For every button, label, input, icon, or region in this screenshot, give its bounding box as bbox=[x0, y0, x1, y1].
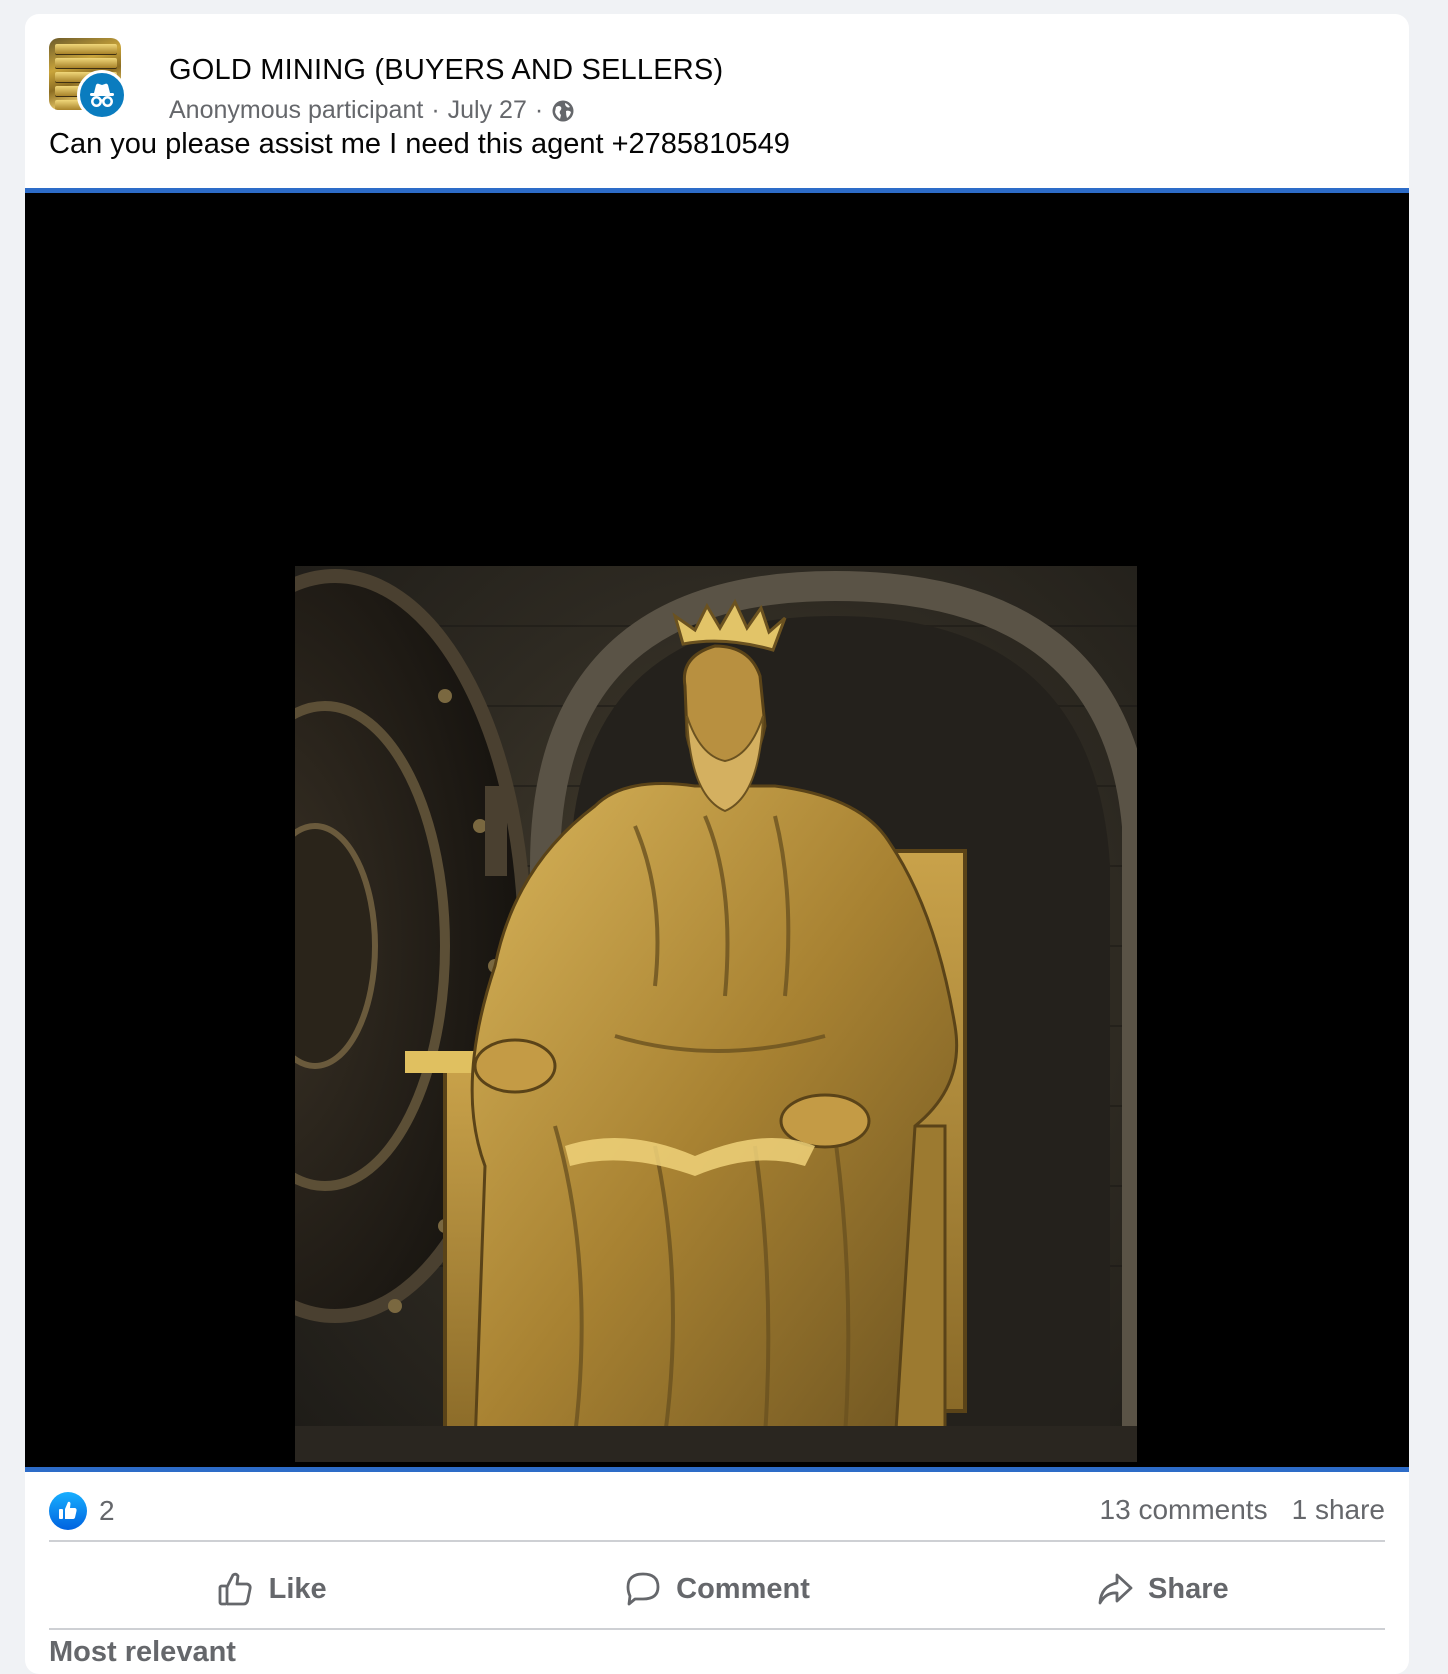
engagement-counts: 13 comments 1 share bbox=[1100, 1494, 1385, 1526]
meta-separator: · bbox=[431, 96, 440, 124]
post-actions: Like Comment Share bbox=[49, 1550, 1385, 1628]
reaction-count: 2 bbox=[99, 1495, 115, 1526]
golden-king-statue-image[interactable] bbox=[295, 566, 1137, 1462]
like-reaction-icon bbox=[49, 1492, 87, 1530]
post-stats: 2 13 comments 1 share bbox=[49, 1480, 1385, 1540]
post-meta: Anonymous participant · July 27 · bbox=[169, 96, 575, 125]
like-label: Like bbox=[268, 1572, 327, 1605]
actions-divider bbox=[49, 1628, 1385, 1630]
post-media[interactable] bbox=[25, 188, 1409, 1472]
share-icon bbox=[1096, 1570, 1134, 1608]
globe-icon[interactable] bbox=[551, 99, 575, 123]
post-card: GOLD MINING (BUYERS AND SELLERS) Anonymo… bbox=[25, 14, 1409, 1674]
author-name[interactable]: Anonymous participant bbox=[169, 96, 423, 125]
post-text: Can you please assist me I need this age… bbox=[49, 128, 790, 160]
anonymous-icon bbox=[77, 70, 127, 120]
post-date[interactable]: July 27 bbox=[448, 96, 527, 125]
reaction-summary[interactable]: 2 bbox=[49, 1492, 115, 1530]
comment-sort-dropdown[interactable]: Most relevant bbox=[49, 1636, 236, 1669]
meta-separator: · bbox=[534, 96, 544, 124]
share-button[interactable]: Share bbox=[940, 1550, 1385, 1628]
post-header: GOLD MINING (BUYERS AND SELLERS) Anonymo… bbox=[49, 38, 1349, 124]
share-label: Share bbox=[1148, 1572, 1229, 1605]
comment-label: Comment bbox=[676, 1572, 810, 1605]
like-button[interactable]: Like bbox=[49, 1550, 494, 1628]
comments-count[interactable]: 13 comments bbox=[1100, 1494, 1268, 1526]
thumbs-up-icon bbox=[217, 1570, 255, 1608]
comment-icon bbox=[624, 1570, 662, 1608]
stats-divider bbox=[49, 1540, 1385, 1542]
comment-button[interactable]: Comment bbox=[494, 1550, 939, 1628]
shares-count[interactable]: 1 share bbox=[1292, 1494, 1385, 1526]
group-name[interactable]: GOLD MINING (BUYERS AND SELLERS) bbox=[169, 54, 723, 87]
